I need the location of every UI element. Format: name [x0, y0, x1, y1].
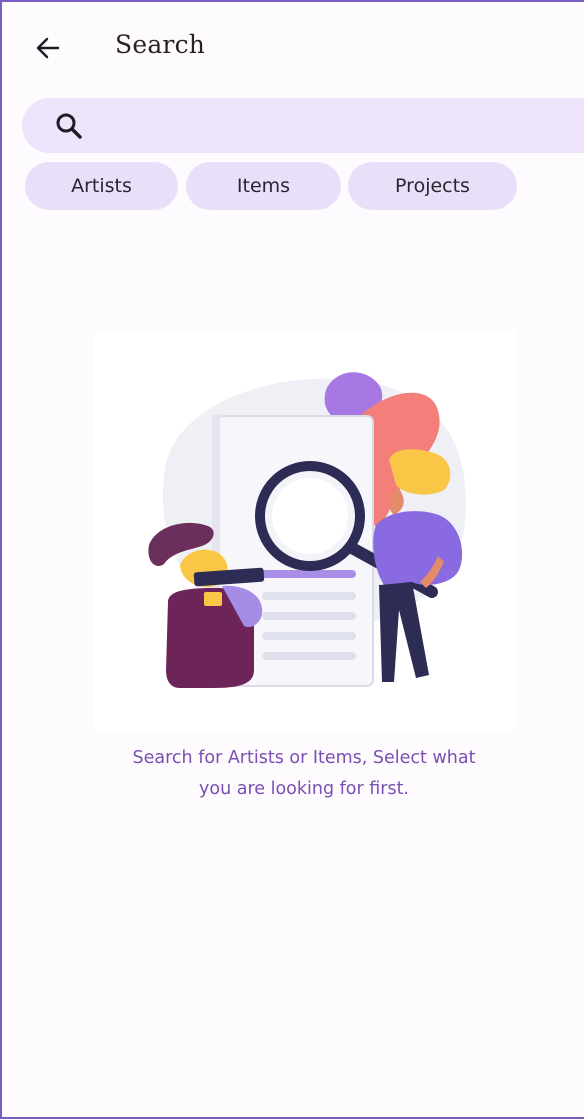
- filter-chip-items[interactable]: Items: [186, 162, 341, 210]
- search-input[interactable]: [100, 106, 584, 146]
- filter-chip-projects[interactable]: Projects: [348, 162, 517, 210]
- app-screen: Search Artists Items Projects Search for…: [0, 0, 584, 1119]
- filter-chip-label: Artists: [71, 175, 132, 197]
- search-icon[interactable]: [54, 111, 84, 141]
- empty-state-message-line-1: Search for Artists or Items, Select what: [132, 748, 476, 768]
- page-title: Search: [115, 30, 206, 59]
- empty-state-message: Search for Artists or Items, Select what…: [42, 743, 566, 805]
- filter-chip-artists[interactable]: Artists: [25, 162, 178, 210]
- arrow-left-icon: [36, 37, 60, 59]
- back-button[interactable]: [26, 26, 70, 70]
- search-illustration: [94, 330, 516, 730]
- filter-chip-label: Items: [236, 175, 291, 197]
- app-bar: Search: [2, 2, 584, 92]
- filter-chip-label: Projects: [395, 175, 470, 197]
- search-bar[interactable]: [22, 98, 584, 153]
- empty-state-message-line-2: you are looking for first.: [199, 779, 409, 799]
